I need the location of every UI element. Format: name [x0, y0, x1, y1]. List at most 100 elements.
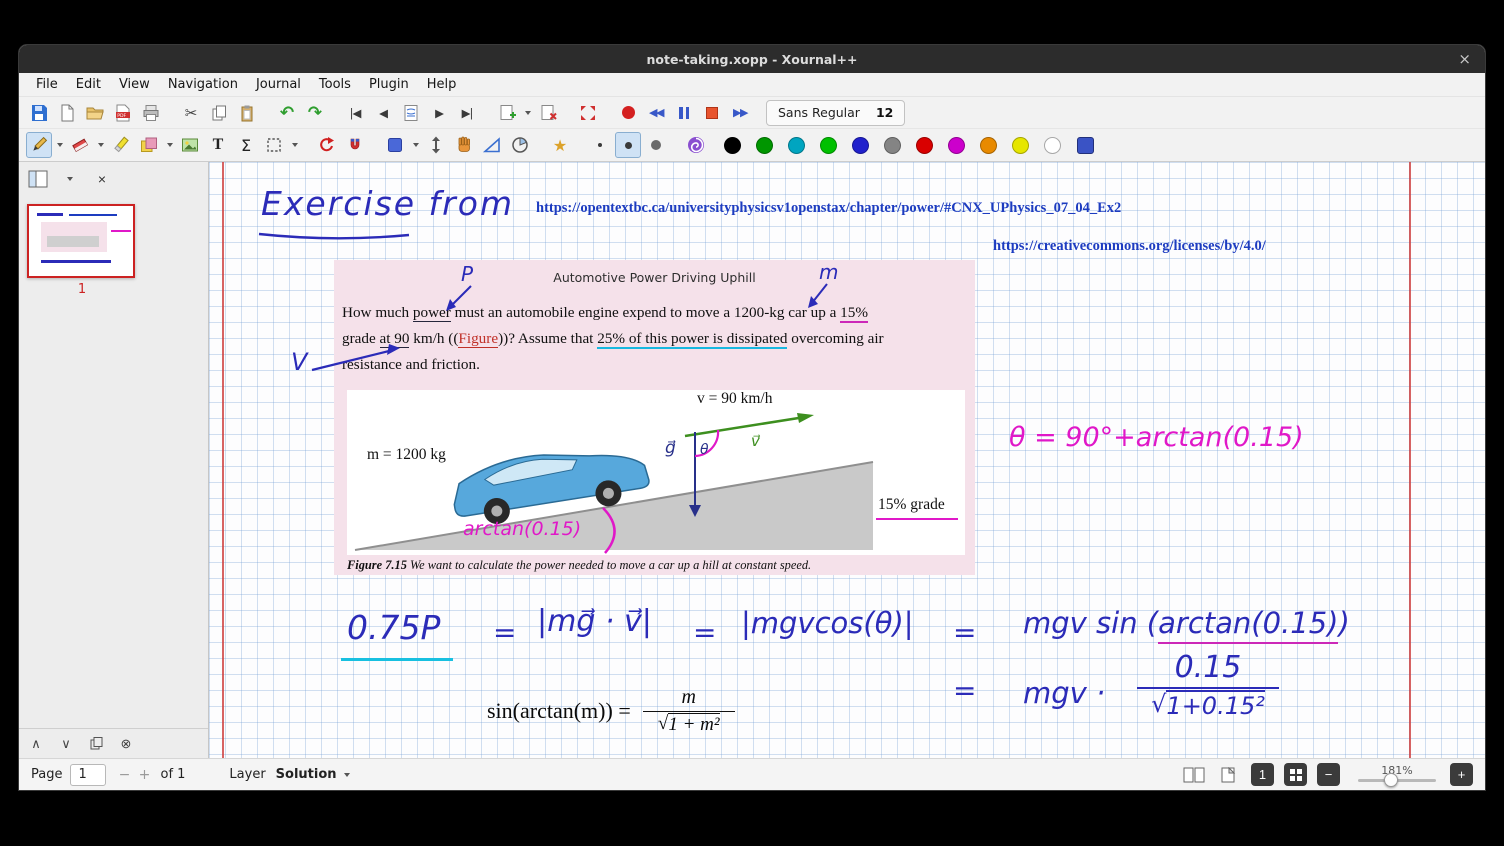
color-swatch-4[interactable] — [852, 137, 869, 154]
first-page-button[interactable]: |◀ — [342, 100, 368, 126]
menu-item-journal[interactable]: Journal — [247, 75, 310, 94]
color-swatch-3[interactable] — [820, 137, 837, 154]
vertical-space-button[interactable] — [423, 132, 449, 158]
pen-tool-button[interactable] — [26, 132, 52, 158]
add-page-dropdown[interactable] — [521, 100, 534, 126]
color-swatch-1[interactable] — [756, 137, 773, 154]
thickness-thick-button[interactable] — [643, 132, 669, 158]
select-options-dropdown[interactable] — [409, 132, 422, 158]
exercise-image[interactable]: Automotive Power Driving Uphill How much… — [334, 260, 975, 575]
figure-link[interactable]: Figure — [458, 330, 498, 348]
select-rectangle-button[interactable] — [382, 132, 408, 158]
new-file-button[interactable] — [54, 100, 80, 126]
highlighter-tool-button[interactable] — [108, 132, 134, 158]
thickness-medium-button[interactable] — [615, 132, 641, 158]
license-link[interactable]: https://creativecommons.org/licenses/by/… — [993, 238, 1266, 255]
next-page-button[interactable]: ▶ — [426, 100, 452, 126]
pen-options-dropdown[interactable] — [53, 132, 66, 158]
sidebar-close-button[interactable]: × — [91, 168, 113, 190]
add-page-button[interactable] — [494, 100, 520, 126]
snap-grid-button[interactable] — [342, 132, 368, 158]
grid-layout-button[interactable] — [1284, 763, 1307, 786]
page-thumbnail[interactable] — [27, 204, 135, 278]
menu-item-edit[interactable]: Edit — [67, 75, 110, 94]
page-increment-button[interactable]: + — [134, 767, 154, 783]
sidebar-header: × — [19, 162, 208, 196]
paste-button[interactable] — [234, 100, 260, 126]
color-swatch-5[interactable] — [884, 137, 901, 154]
insert-image-button[interactable] — [177, 132, 203, 158]
sidebar-duplicate-button[interactable] — [85, 733, 107, 755]
sidebar-pane-selector[interactable] — [59, 168, 81, 190]
text-tool-button[interactable]: T — [205, 132, 231, 158]
menu-item-help[interactable]: Help — [418, 75, 466, 94]
save-button[interactable] — [26, 100, 52, 126]
menu-item-tools[interactable]: Tools — [310, 75, 360, 94]
goto-annotated-page-button[interactable] — [398, 100, 424, 126]
add-page-icon — [497, 103, 517, 123]
page-number-input[interactable]: 1 — [70, 764, 106, 786]
sticky-options-dropdown[interactable] — [163, 132, 176, 158]
sidebar-move-up-button[interactable]: ∧ — [25, 733, 47, 755]
menu-item-navigation[interactable]: Navigation — [159, 75, 247, 94]
color-swatch-8[interactable] — [980, 137, 997, 154]
exercise-source-link[interactable]: https://opentextbc.ca/universityphysicsv… — [536, 200, 1121, 217]
window-close-button[interactable]: × — [1458, 52, 1471, 67]
menu-item-plugin[interactable]: Plugin — [360, 75, 418, 94]
thumbnail-mini-figure — [47, 236, 99, 247]
export-pdf-button[interactable]: PDF — [110, 100, 136, 126]
zoom-out-button[interactable]: − — [1317, 763, 1340, 786]
stop-button[interactable] — [699, 100, 725, 126]
current-color-swatch[interactable] — [1077, 137, 1094, 154]
fullscreen-button[interactable] — [575, 100, 601, 126]
sidebar-delete-button[interactable]: ⊗ — [115, 733, 137, 755]
zoom-in-button[interactable]: + — [1450, 763, 1473, 786]
layer-selector[interactable]: Solution — [276, 767, 350, 782]
print-button[interactable] — [138, 100, 164, 126]
color-swatch-0[interactable] — [724, 137, 741, 154]
dual-page-view-button[interactable] — [1181, 764, 1207, 786]
last-page-button[interactable]: ▶| — [454, 100, 480, 126]
previous-page-button[interactable]: ◀ — [370, 100, 396, 126]
font-selector[interactable]: Sans Regular 12 — [766, 100, 905, 126]
eraser-options-dropdown[interactable] — [94, 132, 107, 158]
color-swatch-6[interactable] — [916, 137, 933, 154]
math-tex-button[interactable]: Σ — [233, 132, 259, 158]
draw-star-button[interactable]: ★ — [547, 132, 573, 158]
menu-item-file[interactable]: File — [27, 75, 67, 94]
color-swatch-9[interactable] — [1012, 137, 1029, 154]
hand-tool-button[interactable] — [451, 132, 477, 158]
zoom-slider[interactable] — [1358, 779, 1436, 782]
draw-rectangle-button[interactable] — [261, 132, 287, 158]
rewind-button[interactable]: ◀◀ — [643, 100, 669, 126]
undo-button[interactable]: ↶ — [274, 100, 300, 126]
titlebar[interactable]: note-taking.xopp - Xournal++ × — [19, 45, 1485, 73]
shape-options-dropdown[interactable] — [288, 132, 301, 158]
snap-rotation-button[interactable] — [314, 132, 340, 158]
open-file-button[interactable] — [82, 100, 108, 126]
new-file-icon — [57, 103, 77, 123]
sidebar-move-down-button[interactable]: ∨ — [55, 733, 77, 755]
setsquare-button[interactable] — [479, 132, 505, 158]
single-page-view-button[interactable] — [1215, 764, 1241, 786]
menu-item-view[interactable]: View — [110, 75, 159, 94]
copy-button[interactable] — [206, 100, 232, 126]
eraser-tool-button[interactable] — [67, 132, 93, 158]
record-audio-button[interactable] — [615, 100, 641, 126]
pages-per-row-button[interactable]: 1 — [1251, 763, 1274, 786]
redo-button[interactable]: ↷ — [302, 100, 328, 126]
thickness-fine-button[interactable] — [587, 132, 613, 158]
pause-button[interactable] — [671, 100, 697, 126]
sticky-notes-button[interactable] — [136, 132, 162, 158]
drawing-canvas[interactable]: Exercise from https://opentextbc.ca/univ… — [209, 162, 1485, 758]
delete-page-button[interactable] — [535, 100, 561, 126]
pen-style-button[interactable] — [683, 132, 709, 158]
color-swatch-7[interactable] — [948, 137, 965, 154]
page-decrement-button[interactable]: − — [114, 767, 134, 783]
color-swatch-10[interactable] — [1044, 137, 1061, 154]
forward-button[interactable]: ▶▶ — [727, 100, 753, 126]
cut-button[interactable]: ✂ — [178, 100, 204, 126]
compass-button[interactable] — [507, 132, 533, 158]
zoom-slider-knob[interactable] — [1384, 773, 1398, 787]
color-swatch-2[interactable] — [788, 137, 805, 154]
